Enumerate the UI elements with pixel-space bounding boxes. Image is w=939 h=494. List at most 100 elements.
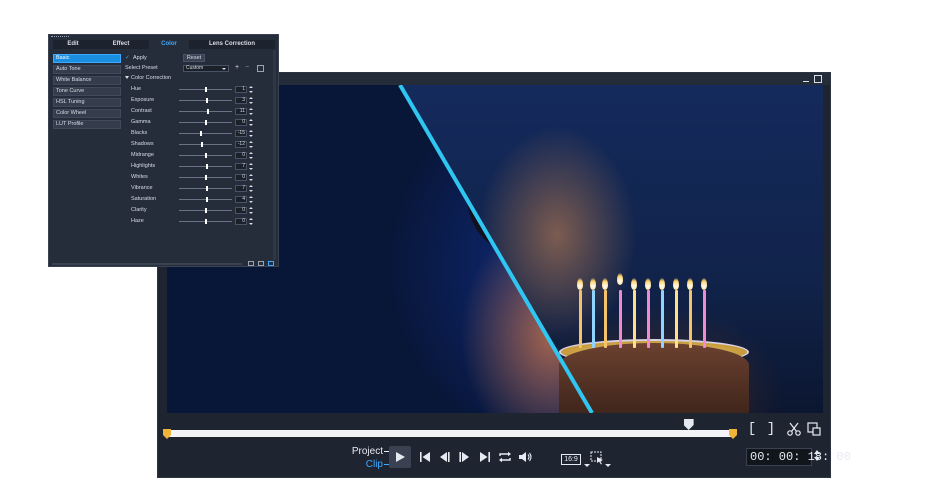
maximize-icon[interactable] (814, 75, 822, 83)
color-category-list: Basic Auto Tone White Balance Tone Curve… (53, 54, 121, 131)
slider-value-field[interactable]: 0 (235, 119, 247, 126)
category-lut-profile[interactable]: LUT Profile (53, 120, 121, 129)
slider-stepper[interactable] (249, 207, 253, 214)
preview-area-dropdown-icon[interactable] (605, 464, 611, 467)
slider-label: Vibrance (131, 185, 153, 191)
slider-track[interactable] (179, 133, 232, 134)
slider-thumb[interactable] (200, 131, 203, 136)
category-hsl-tuning[interactable]: HSL Tuning (53, 98, 121, 107)
timecode-up-icon[interactable] (814, 450, 820, 454)
slider-saturation: Saturation 4 (131, 195, 277, 206)
slider-value-field[interactable]: 0 (235, 218, 247, 225)
slider-value-field[interactable]: 0 (235, 207, 247, 214)
scissors-icon[interactable] (786, 421, 802, 437)
slider-stepper[interactable] (249, 86, 253, 93)
category-auto-tone[interactable]: Auto Tone (53, 65, 121, 74)
repeat-icon[interactable] (497, 450, 513, 464)
slider-stepper[interactable] (249, 97, 253, 104)
slider-stepper[interactable] (249, 196, 253, 203)
extract-icon[interactable] (806, 421, 822, 437)
slider-blacks: Blacks -15 (131, 129, 277, 140)
slider-value-field[interactable]: 7 (235, 185, 247, 192)
next-frame-icon[interactable] (457, 450, 471, 464)
slider-stepper[interactable] (249, 152, 253, 159)
mark-in-button[interactable]: [ (745, 420, 759, 438)
tab-color[interactable]: Color (149, 40, 189, 49)
slider-label: Contrast (131, 108, 152, 114)
minimize-icon[interactable] (802, 75, 810, 83)
panel-horizontal-scrollbar[interactable] (52, 263, 242, 265)
slider-thumb[interactable] (204, 175, 207, 180)
slider-value-field[interactable]: 7 (235, 163, 247, 170)
category-basic[interactable]: Basic (53, 54, 121, 63)
slider-thumb[interactable] (204, 87, 207, 92)
save-preset-icon[interactable] (257, 65, 264, 72)
editor-stage: [ ] Project Clip 16:9 00: 00: 18: 00 Edi… (0, 0, 939, 494)
slider-thumb[interactable] (206, 164, 209, 169)
slider-thumb[interactable] (205, 197, 208, 202)
slider-value-field[interactable]: 0 (235, 174, 247, 181)
slider-value-field[interactable]: -15 (235, 130, 247, 137)
slider-stepper[interactable] (249, 163, 253, 170)
slider-thumb[interactable] (204, 153, 207, 158)
slider-thumb[interactable] (205, 98, 208, 103)
copy-settings-icon[interactable] (248, 261, 254, 266)
tab-effect[interactable]: Effect (93, 40, 149, 49)
timecode-down-icon[interactable] (814, 457, 820, 461)
slider-thumb[interactable] (204, 219, 207, 224)
slider-thumb[interactable] (207, 109, 210, 114)
slider-value-field[interactable]: 0 (235, 152, 247, 159)
slider-stepper[interactable] (249, 218, 253, 225)
slider-value-field[interactable]: 3 (235, 97, 247, 104)
compare-icon[interactable] (258, 261, 264, 266)
slider-clarity: Clarity 0 (131, 206, 277, 217)
slider-stepper[interactable] (249, 108, 253, 115)
slider-stepper[interactable] (249, 130, 253, 137)
slider-thumb[interactable] (206, 186, 209, 191)
reset-button[interactable]: Reset (183, 54, 205, 62)
panel-grip[interactable] (51, 36, 69, 38)
project-clip-mode-toggle[interactable]: Project Clip (348, 444, 390, 472)
volume-icon[interactable] (517, 450, 533, 464)
remove-preset-button[interactable]: − (245, 64, 249, 72)
slider-track[interactable] (179, 111, 232, 112)
slider-track[interactable] (179, 144, 232, 145)
timecode-stepper[interactable] (813, 449, 821, 465)
color-correction-section[interactable]: Color Correction (125, 75, 171, 82)
slider-stepper[interactable] (249, 185, 253, 192)
mode-clip-label[interactable]: Clip (366, 459, 390, 471)
mode-project-label[interactable]: Project (352, 446, 390, 458)
slider-value-field[interactable]: 1 (235, 86, 247, 93)
slider-list: Hue 1 Exposure 3 Contrast 11 Gamma 0 Blacks -15 Sh… (131, 85, 277, 228)
category-tone-curve[interactable]: Tone Curve (53, 87, 121, 96)
mark-out-button[interactable]: ] (764, 420, 778, 438)
category-color-wheel[interactable]: Color Wheel (53, 109, 121, 118)
preview-area-icon[interactable] (590, 451, 604, 465)
slider-thumb[interactable] (201, 142, 204, 147)
slider-value-field[interactable]: 11 (235, 108, 247, 115)
slider-stepper[interactable] (249, 174, 253, 181)
category-white-balance[interactable]: White Balance (53, 76, 121, 85)
slider-gamma: Gamma 0 (131, 118, 277, 129)
slider-value-field[interactable]: -12 (235, 141, 247, 148)
preset-dropdown[interactable]: Custom (183, 65, 229, 72)
play-icon[interactable] (389, 446, 411, 468)
timeline-bar[interactable] (167, 430, 734, 437)
end-icon[interactable] (478, 450, 492, 464)
tab-lens-correction[interactable]: Lens Correction (189, 40, 275, 49)
home-icon[interactable] (418, 450, 432, 464)
slider-value-field[interactable]: 4 (235, 196, 247, 203)
slider-midrange: Midrange 0 (131, 151, 277, 162)
split-view-icon[interactable] (268, 261, 274, 266)
aspect-ratio-icon[interactable]: 16:9 (560, 452, 582, 466)
previous-frame-icon[interactable] (438, 450, 452, 464)
slider-stepper[interactable] (249, 119, 253, 126)
slider-thumb[interactable] (204, 208, 207, 213)
panel-scrollbar[interactable] (273, 50, 276, 260)
slider-thumb[interactable] (204, 120, 207, 125)
tab-edit[interactable]: Edit (53, 40, 93, 49)
add-preset-button[interactable]: + (235, 64, 239, 72)
timecode-field[interactable]: 00: 00: 18: 00 (746, 448, 851, 466)
apply-checkbox[interactable]: ✓ Apply (125, 54, 235, 63)
slider-stepper[interactable] (249, 141, 253, 148)
